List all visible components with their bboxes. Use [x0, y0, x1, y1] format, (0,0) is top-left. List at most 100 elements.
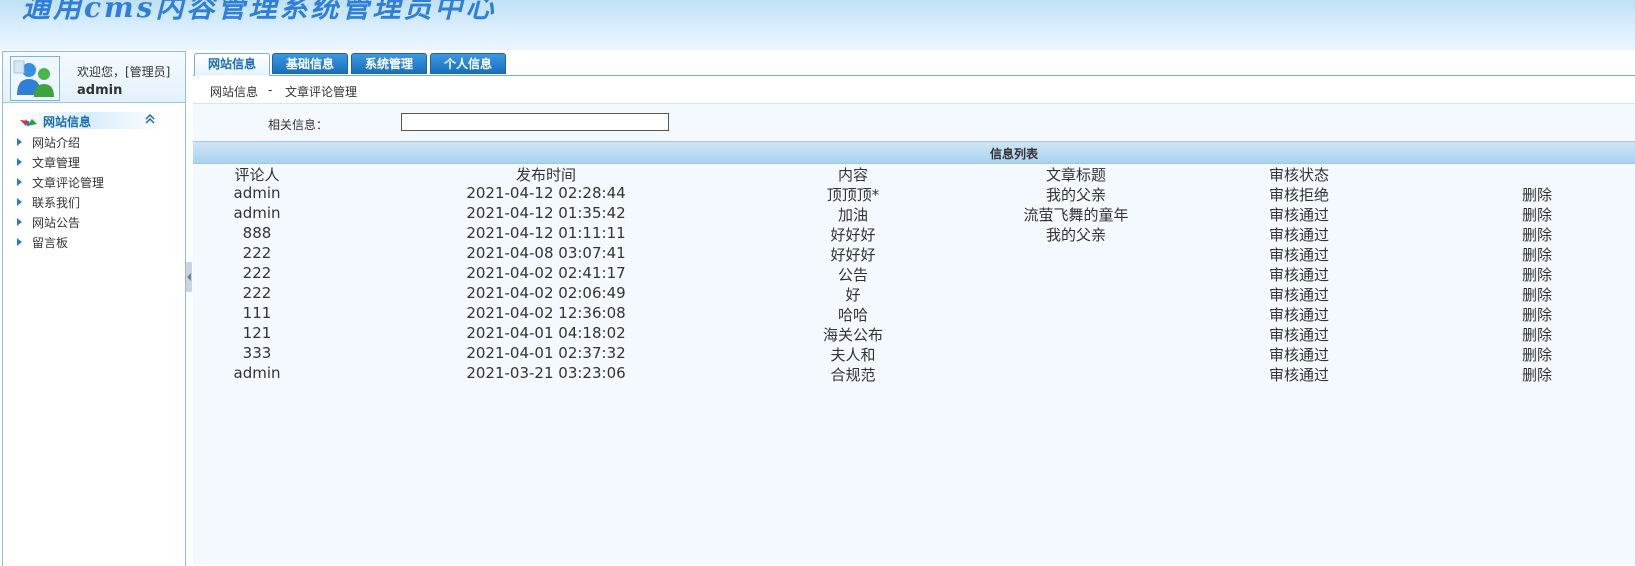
cell-time: 2021-04-01 02:37:32 [466, 344, 626, 362]
cell-commenter: 222 [242, 244, 272, 262]
tab-bar: 网站信息 基础信息 系统管理 个人信息 [193, 51, 1635, 76]
cell-commenter: admin [233, 204, 281, 222]
delete-link[interactable]: 删除 [1507, 284, 1567, 305]
cell-status: 审核通过 [1268, 346, 1329, 364]
table-row: admin 2021-03-21 03:23:06 合规范 审核通过 删除 [193, 364, 1635, 384]
cell-time: 2021-04-01 04:18:02 [466, 324, 626, 342]
cell-status: 审核通过 [1268, 366, 1329, 384]
delete-link[interactable]: 删除 [1507, 344, 1567, 365]
cell-content: 哈哈 [837, 306, 868, 324]
table-row: admin 2021-04-12 01:35:42 加油 流萤飞舞的童年 审核通… [193, 204, 1635, 224]
cell-time: 2021-04-08 03:07:41 [466, 244, 626, 262]
cell-content: 海关公布 [822, 326, 883, 344]
top-banner: 通用cms内容管理系统管理员中心 [0, 0, 1635, 50]
cell-time: 2021-03-21 03:23:06 [466, 364, 626, 382]
main-content: 网站信息 基础信息 系统管理 个人信息 网站信息 - 文章评论管理 相关信息： … [193, 51, 1635, 565]
header-article: 文章标题 [1045, 166, 1106, 184]
cell-commenter: 222 [242, 284, 272, 302]
table-row: 222 2021-04-02 02:06:49 好 审核通过 删除 [193, 284, 1635, 304]
sidebar-item-label: 网站公告 [32, 216, 81, 230]
breadcrumb-page: 文章评论管理 [285, 85, 358, 99]
breadcrumb-section: 网站信息 [210, 85, 259, 99]
users-avatar-icon [10, 56, 60, 101]
sidebar-item-label: 文章评论管理 [32, 176, 105, 190]
table-row: 333 2021-04-01 02:37:32 夫人和 审核通过 删除 [193, 344, 1635, 364]
cell-time: 2021-04-02 02:06:49 [466, 284, 626, 302]
tab-personal-info[interactable]: 个人信息 [430, 53, 506, 74]
cell-status: 审核通过 [1268, 306, 1329, 324]
search-input[interactable] [401, 113, 669, 131]
cell-content: 公告 [837, 266, 868, 284]
cell-time: 2021-04-02 12:36:08 [466, 304, 626, 322]
cell-status: 审核拒绝 [1268, 186, 1329, 204]
list-title: 信息列表 [990, 147, 1039, 161]
table-row: 111 2021-04-02 12:36:08 哈哈 审核通过 删除 [193, 304, 1635, 324]
cell-content: 夫人和 [830, 346, 876, 364]
cell-status: 审核通过 [1268, 246, 1329, 264]
tab-site-info[interactable]: 网站信息 [194, 53, 270, 76]
welcome-text: 欢迎您，[管理员] [77, 65, 171, 79]
header-commenter: 评论人 [234, 166, 280, 184]
cell-commenter: 222 [242, 264, 272, 282]
breadcrumb: 网站信息 - 文章评论管理 [193, 76, 1635, 104]
cell-content: 加油 [837, 206, 868, 224]
tab-system-manage[interactable]: 系统管理 [351, 53, 427, 74]
sidebar-item-label: 留言板 [32, 236, 69, 250]
delete-link[interactable]: 删除 [1507, 204, 1567, 225]
table-header-row: 评论人 发布时间 内容 文章标题 审核状态 [193, 164, 1635, 184]
breadcrumb-separator: - [268, 83, 273, 97]
delete-link[interactable]: 删除 [1507, 184, 1567, 205]
search-label: 相关信息： [268, 118, 329, 132]
cell-commenter: 888 [242, 224, 272, 242]
cell-time: 2021-04-12 02:28:44 [466, 184, 626, 202]
delete-link[interactable]: 删除 [1507, 364, 1567, 385]
cell-status: 审核通过 [1268, 286, 1329, 304]
cell-status: 审核通过 [1268, 266, 1329, 284]
cell-commenter: admin [233, 184, 281, 202]
delete-link[interactable]: 删除 [1507, 304, 1567, 325]
delete-link[interactable]: 删除 [1507, 224, 1567, 245]
list-title-bar: 信息列表 [193, 141, 1635, 164]
system-title: 通用cms内容管理系统管理员中心 [22, 0, 497, 24]
username: admin [77, 83, 123, 98]
site-info-icon [19, 114, 39, 133]
cell-content: 好好好 [830, 246, 876, 264]
cell-time: 2021-04-02 02:41:17 [466, 264, 626, 282]
cell-time: 2021-04-12 01:35:42 [466, 204, 626, 222]
triangle-right-icon [17, 178, 22, 186]
cell-commenter: 121 [242, 324, 272, 342]
cell-commenter: admin [233, 364, 281, 382]
cell-commenter: 333 [242, 344, 272, 362]
cell-content: 合规范 [830, 366, 876, 384]
triangle-right-icon [17, 138, 22, 146]
table-row: 222 2021-04-02 02:41:17 公告 审核通过 删除 [193, 264, 1635, 284]
sidebar-item-label: 文章管理 [32, 156, 81, 170]
delete-link[interactable]: 删除 [1507, 264, 1567, 285]
sidebar-header-site-info[interactable]: 网站信息 [15, 112, 165, 129]
user-info-box: 欢迎您，[管理员] admin [3, 52, 185, 103]
cell-content: 好好好 [830, 226, 876, 244]
triangle-right-icon [17, 198, 22, 206]
table-row: 222 2021-04-08 03:07:41 好好好 审核通过 删除 [193, 244, 1635, 264]
sidebar-item-label: 网站介绍 [32, 136, 81, 150]
table-row: 121 2021-04-01 04:18:02 海关公布 审核通过 删除 [193, 324, 1635, 344]
delete-link[interactable]: 删除 [1507, 324, 1567, 345]
cell-status: 审核通过 [1268, 326, 1329, 344]
cell-status: 审核通过 [1268, 206, 1329, 224]
triangle-right-icon [17, 218, 22, 226]
sidebar-item-label: 联系我们 [32, 196, 81, 210]
cell-content: 顶顶顶* [826, 186, 880, 204]
cell-time: 2021-04-12 01:11:11 [466, 224, 626, 242]
cell-article: 我的父亲 [1045, 226, 1106, 244]
header-time: 发布时间 [515, 166, 576, 184]
header-status: 审核状态 [1268, 166, 1329, 184]
cell-content: 好 [845, 286, 861, 304]
tab-basic-info[interactable]: 基础信息 [272, 53, 348, 74]
header-content: 内容 [837, 166, 868, 184]
table-row: 888 2021-04-12 01:11:11 好好好 我的父亲 审核通过 删除 [193, 224, 1635, 244]
delete-link[interactable]: 删除 [1507, 244, 1567, 265]
triangle-right-icon [17, 158, 22, 166]
cell-status: 审核通过 [1268, 226, 1329, 244]
triangle-right-icon [17, 238, 22, 246]
double-chevron-up-icon[interactable] [145, 113, 155, 128]
